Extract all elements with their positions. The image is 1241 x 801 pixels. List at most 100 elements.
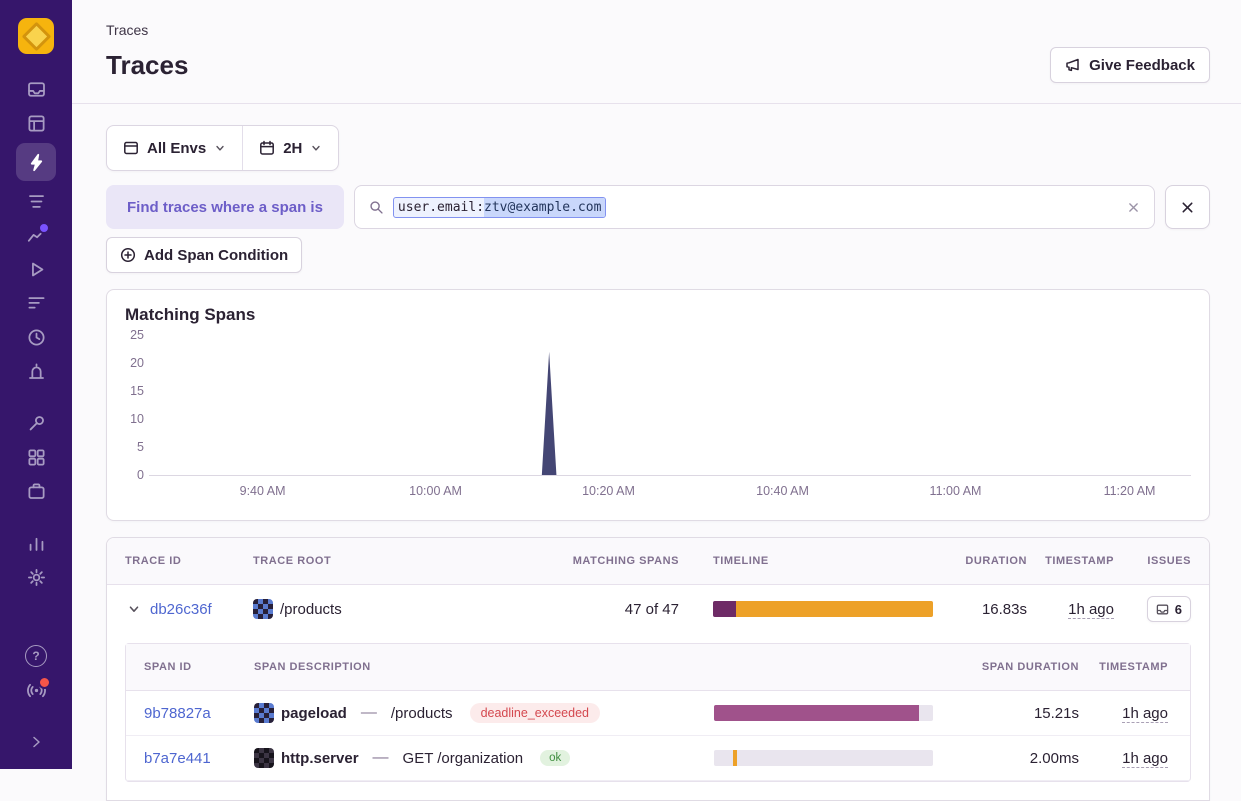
chart-title: Matching Spans <box>125 305 1191 325</box>
trace-timeline-bar[interactable] <box>713 601 933 617</box>
col-issues: Issues <box>1114 555 1191 567</box>
search-token-value: ztv@example.com <box>484 198 605 217</box>
calendar-icon <box>259 140 275 156</box>
sidebar-item-projects[interactable] <box>16 106 56 140</box>
chart-plot-area[interactable] <box>149 335 1191 476</box>
sidebar-item-replays[interactable] <box>16 252 56 286</box>
span-timestamp: 1h ago <box>1079 705 1172 722</box>
sidebar-item-profiling[interactable] <box>16 286 56 320</box>
span-search-input[interactable]: user.email:ztv@example.com <box>354 185 1155 229</box>
span-duration: 15.21s <box>933 705 1079 722</box>
dashboards-grid-icon <box>27 448 46 467</box>
matching-spans-chart-card: Matching Spans 0510152025 9:40 AM10:00 A… <box>106 289 1210 521</box>
span-duration: 2.00ms <box>933 750 1079 767</box>
span-timeline-bar[interactable] <box>714 750 933 766</box>
project-avatar <box>254 703 274 723</box>
traces-table-header: Trace ID Trace Root Matching Spans Timel… <box>107 538 1209 585</box>
crons-siren-icon <box>27 362 46 381</box>
page-header: Traces Traces Give Feedback <box>72 0 1241 103</box>
sentry-logo[interactable] <box>18 18 54 54</box>
col-span-id: Span ID <box>144 661 254 673</box>
give-feedback-button[interactable]: Give Feedback <box>1050 47 1210 83</box>
span-timeline-bar[interactable] <box>714 705 933 721</box>
environment-value: All Envs <box>147 140 206 157</box>
dash-separator: — <box>373 749 389 767</box>
chevron-right-icon <box>28 734 44 750</box>
plus-circle-icon <box>120 247 136 263</box>
chevron-down-icon <box>127 602 141 616</box>
sidebar-item-whats-new[interactable] <box>16 673 56 707</box>
spans-table-header: Span ID Span Description Span Duration T… <box>126 644 1190 691</box>
sidebar-item-queues[interactable] <box>16 184 56 218</box>
span-id-link[interactable]: 9b78827a <box>144 705 254 722</box>
col-matching-spans: Matching Spans <box>543 555 687 567</box>
add-span-condition-button[interactable]: Add Span Condition <box>106 237 302 273</box>
trace-root-value: /products <box>280 601 342 618</box>
dash-separator: — <box>361 704 377 722</box>
issues-icon <box>1156 603 1169 616</box>
clear-x-icon <box>1127 201 1140 214</box>
sidebar-item-crons[interactable] <box>16 354 56 388</box>
span-id-link[interactable]: b7a7e441 <box>144 750 254 767</box>
sidebar-item-toolbar[interactable] <box>16 406 56 440</box>
page-title: Traces <box>106 50 188 81</box>
insights-notification-dot <box>38 222 50 234</box>
page-content: All Envs 2H Find traces where a span is … <box>72 104 1241 769</box>
search-token[interactable]: user.email:ztv@example.com <box>393 197 607 218</box>
sidebar-item-stats[interactable] <box>16 526 56 560</box>
sidebar-item-help[interactable]: ? <box>16 639 56 673</box>
chevron-down-icon <box>214 142 226 154</box>
issues-icon <box>27 80 46 99</box>
search-clear-button[interactable] <box>1127 201 1140 214</box>
traces-table: Trace ID Trace Root Matching Spans Timel… <box>106 537 1210 801</box>
projects-icon <box>27 114 46 133</box>
trace-issues-button[interactable]: 6 <box>1147 596 1191 622</box>
col-timeline: Timeline <box>713 555 933 567</box>
trace-issues-count: 6 <box>1175 602 1182 617</box>
environment-icon <box>123 140 139 156</box>
queues-icon <box>27 192 46 211</box>
sidebar-item-releases[interactable] <box>16 320 56 354</box>
replays-play-icon <box>27 260 46 279</box>
close-x-icon <box>1180 200 1195 215</box>
span-row: 9b78827a pageload — /products deadline_e… <box>126 691 1190 736</box>
remove-condition-button[interactable] <box>1165 185 1210 229</box>
sidebar-item-dashboards[interactable] <box>16 440 56 474</box>
time-range-value: 2H <box>283 140 302 157</box>
sentry-logo-mark <box>21 21 51 51</box>
stats-bars-icon <box>27 534 46 553</box>
search-icon <box>369 200 384 215</box>
col-span-duration: Span Duration <box>933 661 1079 673</box>
sidebar-item-issues[interactable] <box>16 72 56 106</box>
releases-clock-icon <box>27 328 46 347</box>
sidebar-item-organization[interactable] <box>16 474 56 508</box>
time-range-selector[interactable]: 2H <box>243 126 338 170</box>
wrench-icon <box>27 414 46 433</box>
span-op: pageload <box>281 705 347 722</box>
trace-timestamp: 1h ago <box>1027 601 1114 618</box>
matching-spans-value: 47 of 47 <box>543 601 687 618</box>
span-description: /products <box>391 705 453 722</box>
span-description: GET /organization <box>403 750 524 767</box>
span-condition-label: Find traces where a span is <box>106 185 344 229</box>
breadcrumb[interactable]: Traces <box>106 22 1210 38</box>
collapse-trace-button[interactable] <box>125 600 143 618</box>
environment-selector[interactable]: All Envs <box>107 126 242 170</box>
project-avatar <box>253 599 273 619</box>
span-status-badge: ok <box>540 750 570 766</box>
span-timestamp: 1h ago <box>1079 750 1172 767</box>
settings-gear-icon <box>27 568 46 587</box>
main-area: Traces Traces Give Feedback All Envs 2H <box>72 0 1241 769</box>
sidebar-collapse-toggle[interactable] <box>16 725 56 759</box>
span-status-badge: deadline_exceeded <box>470 703 600 723</box>
sidebar-item-settings[interactable] <box>16 560 56 594</box>
chart-y-axis: 0510152025 <box>125 335 149 475</box>
give-feedback-label: Give Feedback <box>1089 57 1195 74</box>
trace-id-link[interactable]: db26c36f <box>150 601 212 618</box>
span-row: b7a7e441 http.server — GET /organization… <box>126 736 1190 781</box>
sidebar-item-insights[interactable] <box>16 218 56 252</box>
add-span-condition-label: Add Span Condition <box>144 247 288 264</box>
col-timestamp: Timestamp <box>1027 555 1114 567</box>
sidebar-item-traces[interactable] <box>16 143 56 181</box>
help-icon: ? <box>25 645 47 667</box>
